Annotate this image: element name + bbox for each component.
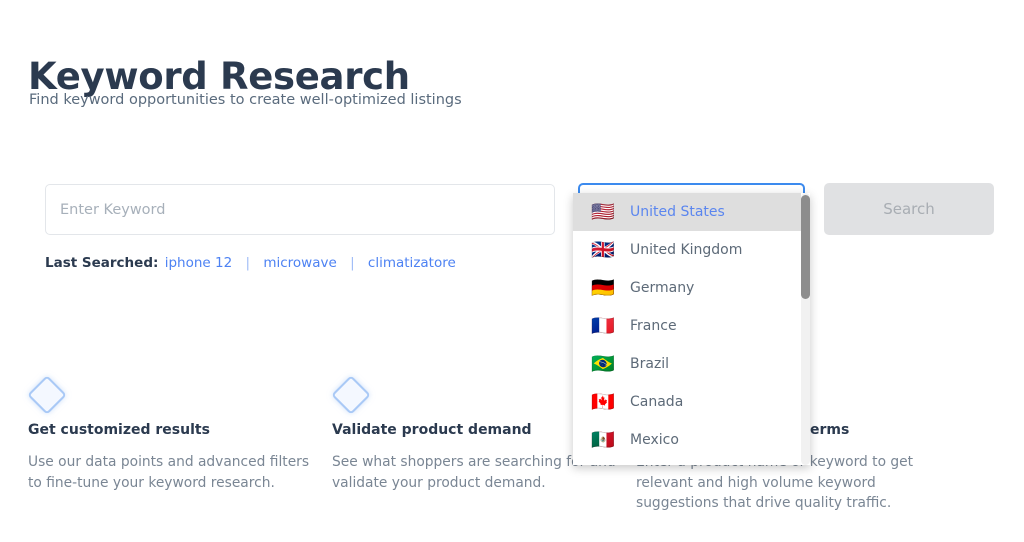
search-button[interactable]: Search bbox=[824, 183, 994, 235]
flag-icon: 🇧🇷 bbox=[591, 355, 621, 374]
flag-icon: 🇺🇸 bbox=[591, 203, 621, 222]
country-option-brazil[interactable]: 🇧🇷 Brazil bbox=[573, 345, 801, 383]
flag-icon: 🇩🇪 bbox=[591, 279, 621, 298]
last-searched-term-2[interactable]: climatizatore bbox=[368, 255, 456, 271]
feature-description: Use our data points and advanced filters… bbox=[28, 452, 318, 493]
country-option-france[interactable]: 🇫🇷 France bbox=[573, 307, 801, 345]
country-option-label: Mexico bbox=[630, 432, 679, 448]
country-option-canada[interactable]: 🇨🇦 Canada bbox=[573, 383, 801, 421]
country-option-mexico[interactable]: 🇲🇽 Mexico bbox=[573, 421, 801, 459]
country-option-united-kingdom[interactable]: 🇬🇧 United Kingdom bbox=[573, 231, 801, 269]
last-searched: Last Searched: iphone 12 | microwave | c… bbox=[45, 255, 458, 271]
country-option-label: Germany bbox=[630, 280, 694, 296]
country-option-label: United States bbox=[630, 204, 725, 220]
country-option-united-states[interactable]: 🇺🇸 United States bbox=[573, 193, 801, 231]
feature-card-0: Get customized results Use our data poin… bbox=[28, 376, 318, 493]
country-option-label: France bbox=[630, 318, 677, 334]
page-subtitle: Find keyword opportunities to create wel… bbox=[29, 92, 462, 108]
country-dropdown[interactable]: 🇺🇸 United States 🇬🇧 United Kingdom 🇩🇪 Germany… bbox=[573, 193, 810, 465]
keyword-input[interactable] bbox=[45, 184, 555, 235]
last-searched-separator: | bbox=[245, 255, 250, 271]
search-row: Search bbox=[0, 184, 1024, 244]
flag-icon: 🇫🇷 bbox=[591, 317, 621, 336]
flag-icon: 🇬🇧 bbox=[591, 241, 621, 260]
country-option-label: Canada bbox=[630, 394, 683, 410]
last-searched-separator: | bbox=[350, 255, 355, 271]
last-searched-term-1[interactable]: microwave bbox=[263, 255, 336, 271]
country-option-germany[interactable]: 🇩🇪 Germany bbox=[573, 269, 801, 307]
diamond-icon bbox=[28, 376, 62, 410]
country-option-label: Brazil bbox=[630, 356, 669, 372]
country-option-label: United Kingdom bbox=[630, 242, 742, 258]
dropdown-scrollbar-track[interactable] bbox=[801, 193, 810, 465]
flag-icon: 🇨🇦 bbox=[591, 393, 621, 412]
last-searched-label: Last Searched: bbox=[45, 255, 158, 271]
flag-icon: 🇲🇽 bbox=[591, 431, 621, 450]
diamond-icon bbox=[332, 376, 366, 410]
feature-title: Get customized results bbox=[28, 422, 318, 438]
last-searched-term-0[interactable]: iphone 12 bbox=[165, 255, 232, 271]
keyword-research-page: Keyword Research Find keyword opportunit… bbox=[0, 0, 1024, 542]
country-dropdown-list[interactable]: 🇺🇸 United States 🇬🇧 United Kingdom 🇩🇪 Germany… bbox=[573, 193, 801, 465]
dropdown-scrollbar-thumb[interactable] bbox=[801, 195, 810, 299]
